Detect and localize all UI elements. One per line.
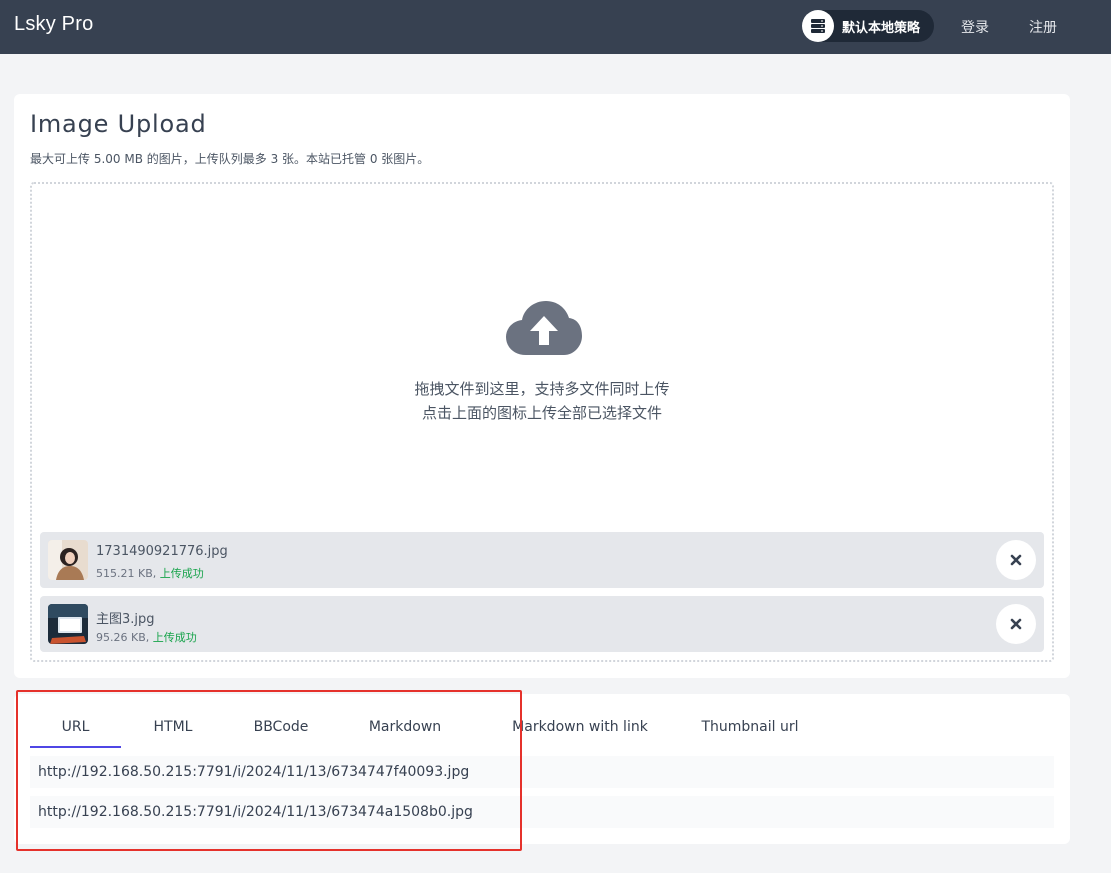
drop-hint-text: 拖拽文件到这里，支持多文件同时上传 [414, 380, 670, 398]
remove-file-button[interactable] [996, 604, 1036, 644]
file-size: 515.21 KB, [96, 567, 157, 580]
server-icon [802, 10, 834, 42]
tab-bbcode[interactable]: BBCode [240, 710, 322, 748]
file-meta: 95.26 KB, 上传成功 [96, 629, 197, 645]
upload-file-item: 1731490921776.jpg 515.21 KB, 上传成功 [40, 532, 1044, 588]
file-thumbnail [48, 540, 88, 580]
brand-logo[interactable]: Lsky Pro [14, 13, 93, 36]
cloud-upload-icon[interactable] [504, 299, 584, 359]
strategy-selector-button[interactable]: 默认本地策略 [802, 10, 934, 42]
file-size: 95.26 KB, [96, 631, 150, 644]
file-status: 上传成功 [159, 567, 204, 580]
tab-url[interactable]: URL [30, 710, 121, 748]
link-output-row[interactable]: http://192.168.50.215:7791/i/2024/11/13/… [30, 756, 1054, 788]
upload-limits-text: 最大可上传 5.00 MB 的图片，上传队列最多 3 张。本站已托管 0 张图片… [30, 152, 430, 166]
tab-markdown[interactable]: Markdown [360, 710, 450, 748]
file-name: 1731490921776.jpg [96, 544, 228, 559]
links-card: URL HTML BBCode Markdown Markdown with l… [14, 694, 1070, 844]
file-meta: 515.21 KB, 上传成功 [96, 565, 204, 581]
file-name: 主图3.jpg [96, 612, 155, 627]
upload-dropzone[interactable]: 拖拽文件到这里，支持多文件同时上传 点击上面的图标上传全部已选择文件 17314… [30, 182, 1054, 662]
tab-html[interactable]: HTML [128, 710, 218, 748]
page-title: Image Upload [30, 110, 207, 138]
link-output-row[interactable]: http://192.168.50.215:7791/i/2024/11/13/… [30, 796, 1054, 828]
tab-thumbnail-url[interactable]: Thumbnail url [690, 710, 810, 748]
upload-card: Image Upload 最大可上传 5.00 MB 的图片，上传队列最多 3 … [14, 94, 1070, 678]
file-status: 上传成功 [152, 631, 197, 644]
close-icon [1010, 618, 1022, 630]
upload-file-item: 主图3.jpg 95.26 KB, 上传成功 [40, 596, 1044, 652]
register-link[interactable]: 注册 [1029, 17, 1057, 37]
strategy-label: 默认本地策略 [842, 20, 921, 36]
tab-markdown-with-link[interactable]: Markdown with link [500, 710, 660, 748]
close-icon [1010, 554, 1022, 566]
login-link[interactable]: 登录 [961, 17, 989, 37]
upload-hint-text: 点击上面的图标上传全部已选择文件 [421, 404, 662, 422]
remove-file-button[interactable] [996, 540, 1036, 580]
top-navbar: Lsky Pro 默认本地策略 登录 注册 [0, 0, 1111, 54]
link-format-tabs: URL HTML BBCode Markdown Markdown with l… [30, 710, 1054, 748]
file-thumbnail [48, 604, 88, 644]
